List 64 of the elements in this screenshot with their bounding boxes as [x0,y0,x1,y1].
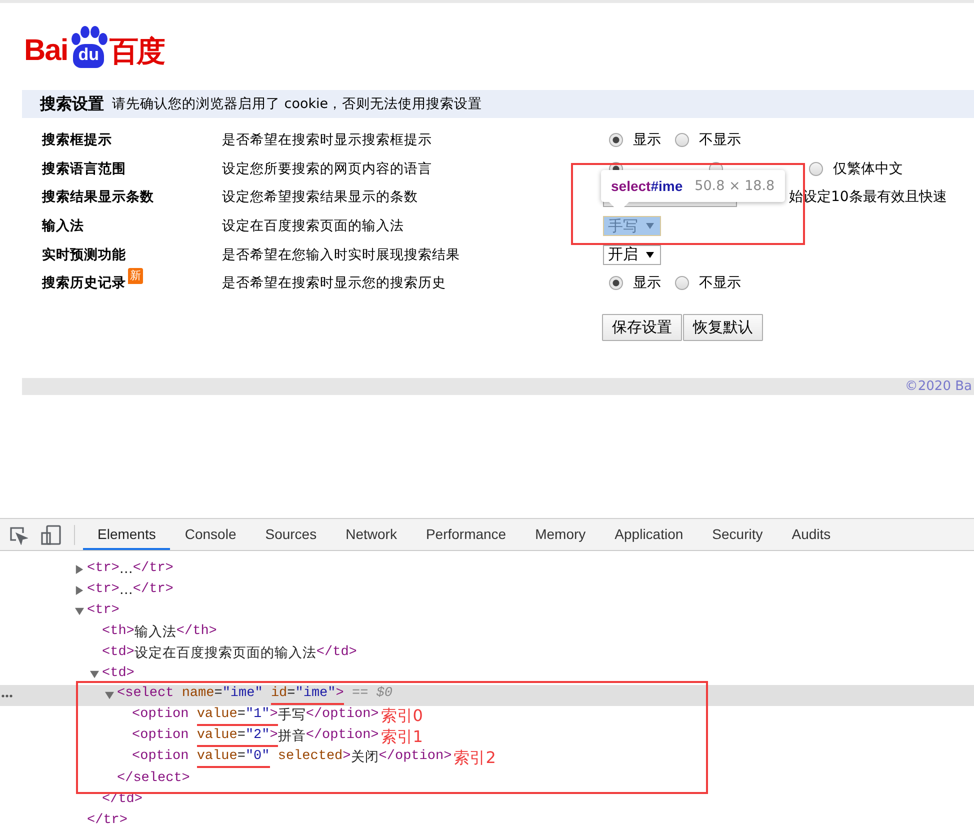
expand-icon[interactable] [75,586,84,595]
annotation-label: 索引2 [454,748,496,769]
setting-note: 始设定10条最有效且快速 [789,188,947,206]
device-icon[interactable] [40,524,62,546]
radio-label[interactable]: 不显示 [699,274,741,292]
code-line[interactable]: <option value="1">手写</option> [132,706,379,726]
code-line[interactable]: <th>输入法</th> [102,624,217,641]
settings-button[interactable]: 保存设置 [602,314,682,341]
code-line[interactable]: <option value="0" selected>关闭</option> [132,748,452,768]
code-line[interactable]: <tr>…</tr> [87,582,174,599]
code-line[interactable]: <td>设定在百度搜索页面的输入法</td> [102,645,357,662]
setting-description: 设定您希望搜索结果显示的条数 [222,188,419,206]
expand-icon[interactable] [105,691,114,700]
settings-button[interactable]: 恢复默认 [683,314,763,341]
cookie-notice: 请先确认您的浏览器启用了 cookie，否则无法使用搜索设置 [112,95,482,113]
dropdown[interactable]: 开启 [603,244,661,265]
new-badge: 新 [128,268,143,284]
devtools-tab[interactable]: Elements [83,519,170,550]
setting-description: 是否希望在搜索时显示您的搜索历史 [222,274,447,292]
setting-label: 搜索语言范围 [42,160,126,178]
caret-icon[interactable] [646,252,654,258]
annotation-label: 索引0 [380,706,423,727]
devtools-tab[interactable]: Security [698,519,778,550]
more-icon[interactable] [1,694,13,698]
logo[interactable]: Bai du 百度 [24,14,194,68]
radio-button[interactable] [609,133,623,148]
annotation-label: 索引1 [380,727,423,748]
setting-label: 输入法 [42,217,84,236]
devtools-tab[interactable]: Audits [777,519,846,550]
code-line[interactable]: </select> [117,771,190,788]
radio-label[interactable]: 不显示 [699,131,741,150]
setting-label: 搜索框提示 [42,131,112,150]
devtools-tab[interactable]: Network [331,519,412,550]
radio-button[interactable] [675,276,689,290]
radio-button[interactable] [809,162,823,176]
code-line[interactable]: </tr> [87,813,128,830]
devtools-tab[interactable]: Sources [250,519,332,550]
setting-description: 设定您所要搜索的网页内容的语言 [222,160,433,178]
radio-button[interactable] [609,276,623,290]
devtools-tab[interactable]: Console [170,519,251,550]
radio-label[interactable]: 显示 [633,131,661,150]
radio-label[interactable]: 仅繁体中文 [833,160,903,178]
code-line[interactable]: <tr>…</tr> [87,561,174,578]
devtools-tab[interactable]: Memory [520,519,600,550]
code-line[interactable]: <td> [102,666,134,683]
setting-description: 设定在百度搜索页面的输入法 [222,217,405,236]
expand-icon[interactable] [75,607,84,616]
devtools-tab[interactable]: Application [600,519,698,550]
radio-button[interactable] [675,133,689,148]
inspect-icon[interactable] [8,524,28,544]
settings-title: 搜索设置 [40,94,104,114]
element-size: 50.8 × 18.8 [694,178,775,194]
code-line[interactable]: <tr> [87,603,120,620]
element-selector: select#ime [611,178,683,194]
radio-label[interactable]: 显示 [633,274,661,292]
setting-label: 搜索结果显示条数 [42,188,154,206]
setting-description: 是否希望在搜索时显示搜索框提示 [222,131,433,150]
devtools-tab[interactable]: Performance [411,519,521,550]
code-line[interactable]: <option value="2">拼音</option> [132,728,379,748]
setting-description: 是否希望在您输入时实时展现搜索结果 [222,246,461,264]
expand-icon[interactable] [75,565,84,574]
setting-label: 实时预测功能 [42,246,126,264]
expand-icon[interactable] [90,670,99,679]
setting-label: 搜索历史记录 [42,274,126,292]
